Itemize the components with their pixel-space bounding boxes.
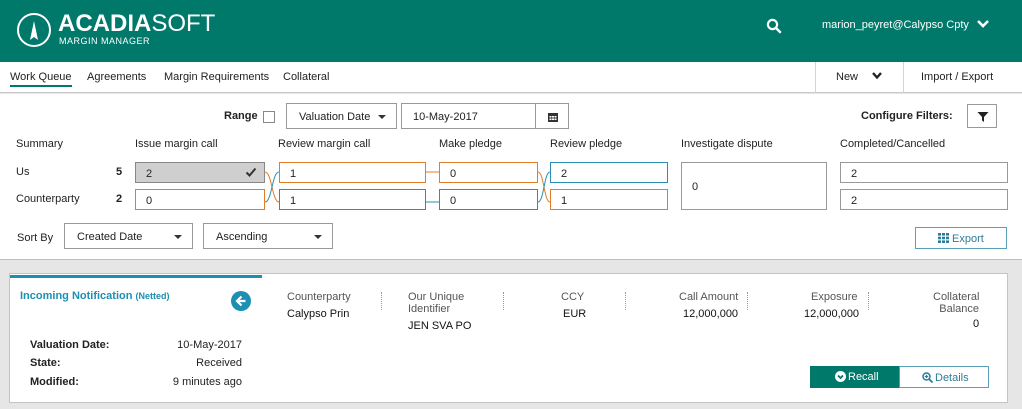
col-make-pledge: Make pledge: [439, 138, 502, 150]
valuation-date-value: 10-May-2017: [177, 339, 242, 351]
us-review-margin-call[interactable]: 1: [279, 162, 426, 183]
exposure-value: 12,000,000: [804, 308, 860, 320]
cp-review-margin-call[interactable]: 1: [279, 189, 426, 210]
column-divider: [503, 292, 504, 310]
card-title: Incoming Notification (Netted): [20, 290, 170, 302]
row-count-counterparty: 2: [116, 193, 123, 205]
notification-card[interactable]: Incoming Notification (Netted) Valuation…: [9, 273, 1008, 403]
exposure-header: Exposure: [811, 291, 858, 303]
range-label: Range: [224, 110, 258, 122]
cp-make-pledge[interactable]: 0: [439, 189, 538, 210]
nav-agreements[interactable]: Agreements: [87, 71, 146, 83]
field-label: State:: [30, 357, 61, 369]
state-value: Received: [196, 357, 242, 369]
unique-id-value: JEN SVA PO: [408, 320, 472, 332]
us-issue-margin-call[interactable]: 2: [135, 162, 265, 183]
row-count-us: 5: [116, 166, 123, 178]
modified-value: 9 minutes ago: [172, 376, 242, 388]
ccy-header: CCY: [561, 291, 585, 303]
brand-subtitle: MARGIN MANAGER: [59, 36, 151, 46]
main-nav: Work Queue Agreements Margin Requirement…: [0, 62, 1022, 93]
column-divider: [381, 292, 382, 310]
collateral-balance-value: 0: [973, 318, 980, 330]
us-review-pledge[interactable]: 2: [550, 162, 668, 183]
us-make-pledge[interactable]: 0: [439, 162, 538, 183]
details-button[interactable]: Details: [899, 366, 989, 388]
collateral-balance-header: Collateral Balance: [933, 291, 980, 315]
summary-label: Summary: [16, 138, 64, 150]
circle-arrow-down-icon: [835, 371, 846, 382]
caret-down-icon: [378, 115, 386, 119]
nav-divider: [903, 62, 904, 93]
counterparty-header: Counterparty: [287, 291, 351, 303]
field-label: Valuation Date:: [30, 339, 110, 351]
cp-issue-margin-call[interactable]: 0: [135, 189, 265, 210]
sort-by-label: Sort By: [17, 232, 54, 244]
calendar-icon: [548, 113, 558, 122]
unique-id-header: Our Unique Identifier: [408, 291, 465, 315]
zoom-in-icon: [922, 372, 933, 383]
nav-work-queue[interactable]: Work Queue: [10, 71, 72, 87]
recall-button[interactable]: Recall: [810, 366, 900, 388]
row-label-counterparty: Counterparty: [16, 193, 80, 205]
acadia-logo-icon: [17, 13, 51, 47]
call-amount-value: 12,000,000: [683, 308, 739, 320]
col-issue-margin-call: Issue margin call: [135, 138, 218, 150]
chevron-down-icon[interactable]: [976, 18, 990, 33]
range-checkbox[interactable]: [263, 111, 275, 123]
col-completed-cancelled: Completed/Cancelled: [840, 138, 946, 150]
nav-collateral[interactable]: Collateral: [283, 71, 329, 83]
valuation-date-input[interactable]: 10-May-2017: [401, 103, 536, 129]
col-review-margin-call: Review margin call: [278, 138, 371, 150]
arrow-left-icon[interactable]: [231, 291, 251, 311]
user-menu[interactable]: marion_peyret@Calypso Cpty: [822, 19, 969, 31]
column-divider: [625, 292, 626, 310]
investigate-dispute-box[interactable]: 0: [681, 162, 827, 210]
grid-icon: [938, 233, 949, 243]
export-button[interactable]: Export: [915, 227, 1007, 249]
brand-name: ACADIASOFT: [58, 10, 216, 37]
col-investigate-dispute: Investigate dispute: [681, 138, 773, 150]
top-bar: ACADIASOFT MARGIN MANAGER marion_peyret@…: [0, 0, 1022, 62]
nav-margin-requirements[interactable]: Margin Requirements: [164, 71, 269, 83]
filter-panel: Range Valuation Date 10-May-2017 Configu…: [0, 94, 1022, 260]
chevron-down-icon[interactable]: [871, 71, 883, 84]
date-type-value: Valuation Date: [299, 111, 371, 123]
date-type-select[interactable]: Valuation Date: [286, 103, 397, 129]
caret-down-icon: [314, 235, 322, 239]
caret-down-icon: [174, 235, 182, 239]
us-completed-cancelled[interactable]: 2: [840, 162, 1008, 183]
counterparty-value: Calypso Prin: [287, 308, 350, 320]
checkmark-icon: [245, 166, 257, 181]
card-accent-bar: [10, 275, 262, 278]
row-label-us: Us: [16, 166, 30, 178]
column-divider: [868, 292, 869, 310]
import-export-button[interactable]: Import / Export: [921, 71, 993, 83]
nav-divider: [815, 62, 816, 93]
cp-completed-cancelled[interactable]: 2: [840, 189, 1008, 210]
funnel-icon: [977, 112, 989, 122]
search-icon[interactable]: [766, 18, 782, 37]
sort-field-select[interactable]: Created Date: [64, 223, 193, 249]
field-label: Modified:: [30, 376, 79, 388]
column-divider: [747, 292, 748, 310]
new-button[interactable]: New: [836, 71, 858, 83]
calendar-button[interactable]: [535, 103, 569, 129]
col-review-pledge: Review pledge: [550, 138, 623, 150]
call-amount-header: Call Amount: [679, 291, 739, 303]
sort-order-select[interactable]: Ascending: [203, 223, 333, 249]
ccy-value: EUR: [563, 308, 587, 320]
configure-filters-label: Configure Filters:: [861, 110, 953, 122]
cp-review-pledge[interactable]: 1: [550, 189, 668, 210]
configure-filters-button[interactable]: [967, 104, 997, 128]
